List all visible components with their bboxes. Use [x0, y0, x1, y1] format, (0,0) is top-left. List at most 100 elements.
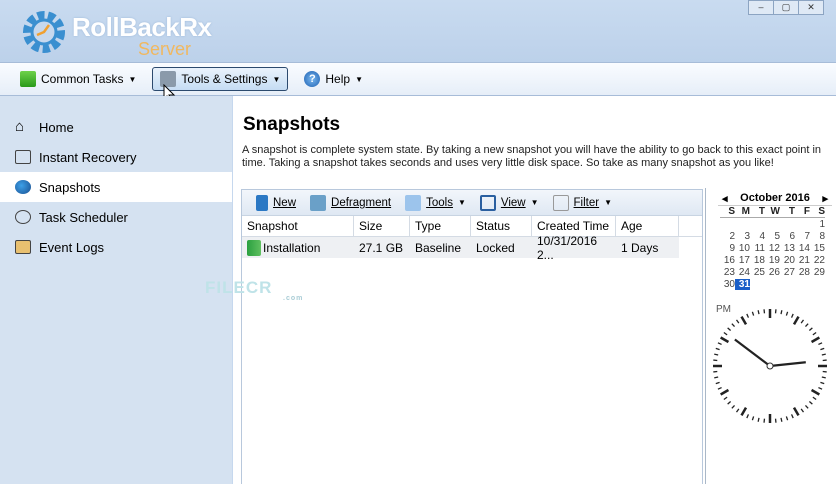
calendar-day[interactable]: 7 [795, 231, 810, 242]
calendar-day[interactable]: 23 [720, 267, 735, 278]
calendar-day[interactable]: 9 [720, 243, 735, 254]
calendar-day[interactable]: 5 [765, 231, 780, 242]
calendar-day[interactable]: 22 [810, 255, 825, 266]
defragment-icon [310, 194, 327, 211]
clock-tick [715, 381, 720, 385]
column-header-snapshot[interactable]: Snapshot [242, 215, 354, 237]
clock-tick [757, 310, 760, 315]
new-snapshot-icon [256, 194, 268, 211]
weekday-label: T [780, 206, 795, 218]
clock-tick [757, 417, 760, 422]
clock-tick [812, 331, 817, 336]
weekday-label: F [795, 206, 810, 218]
calendar-day[interactable]: 11 [750, 243, 765, 254]
tools-settings-label: Tools & Settings [181, 72, 268, 86]
weekday-label: M [735, 206, 750, 218]
calendar-day[interactable]: 1 [810, 219, 825, 230]
page-title: Snapshots [243, 114, 341, 135]
column-header-age[interactable]: Age [616, 215, 679, 237]
common-tasks-menu[interactable]: Common Tasks ▼ [12, 67, 144, 91]
calendar-day[interactable]: 29 [810, 267, 825, 278]
clock-tick [800, 408, 805, 413]
new-button[interactable]: New [252, 193, 300, 213]
calendar-day[interactable]: 26 [765, 267, 780, 278]
calendar-day[interactable]: 4 [750, 231, 765, 242]
prev-month-button[interactable]: ◂ [722, 192, 728, 205]
defragment-button[interactable]: Defragment [306, 193, 395, 213]
calendar-day[interactable]: 20 [780, 255, 795, 266]
column-header-type[interactable]: Type [410, 215, 471, 237]
sidebar-item-home[interactable]: ⌂ Home [0, 112, 232, 142]
calendar-day[interactable]: 17 [735, 255, 750, 266]
clock-tick [808, 327, 813, 332]
calendar-day[interactable]: 2 [720, 231, 735, 242]
calendar-day[interactable]: 6 [780, 231, 795, 242]
calendar-day[interactable]: 28 [795, 267, 810, 278]
calendar-day[interactable]: 24 [735, 267, 750, 278]
table-row[interactable]: Installation 27.1 GB Baseline Locked 10/… [242, 234, 679, 262]
clock-tick [751, 416, 755, 421]
clock-tick [731, 404, 736, 409]
sidebar-item-event-logs[interactable]: Event Logs [0, 232, 232, 262]
calendar-month: October 2016 [740, 192, 810, 204]
snapshot-name: Installation [263, 240, 321, 255]
calendar-day[interactable]: 15 [810, 243, 825, 254]
calendar-day[interactable]: 12 [765, 243, 780, 254]
scheduler-icon [15, 210, 31, 224]
help-menu[interactable]: ? Help ▼ [296, 67, 371, 91]
clock-tick [731, 323, 736, 328]
tools-icon [405, 194, 422, 211]
analog-clock: PM [713, 304, 827, 423]
calendar-day[interactable]: 30 [720, 279, 735, 290]
clock-tick [820, 347, 825, 351]
column-header-status[interactable]: Status [471, 215, 532, 237]
calendar-day[interactable]: 27 [780, 267, 795, 278]
calendar-day[interactable]: 18 [750, 255, 765, 266]
hour-hand [734, 338, 771, 367]
clock-tick [746, 414, 750, 419]
sidebar-item-label: Event Logs [39, 239, 105, 255]
download-arrow-icon [20, 71, 36, 87]
calendar-blank [795, 219, 810, 230]
minimize-button[interactable]: – [748, 0, 774, 15]
tools-button[interactable]: Tools ▼ [401, 193, 470, 213]
column-header-size[interactable]: Size [354, 215, 410, 237]
calendar-day[interactable]: 31 [735, 279, 750, 290]
next-month-button[interactable]: ▸ [822, 192, 828, 205]
clock-tick [785, 416, 789, 421]
weekday-label: S [810, 206, 825, 218]
calendar-day[interactable]: 25 [750, 267, 765, 278]
watermark-text: FILECR [205, 278, 273, 297]
sidebar-item-task-scheduler[interactable]: Task Scheduler [0, 202, 232, 232]
clock-tick [735, 408, 740, 413]
calendar-day[interactable]: 19 [765, 255, 780, 266]
sidebar-item-label: Task Scheduler [39, 209, 128, 225]
clock-tick [780, 310, 783, 315]
calendar-day[interactable]: 8 [810, 231, 825, 242]
weekday-label: W [765, 206, 780, 218]
calendar-day[interactable]: 3 [735, 231, 750, 242]
caret-down-icon: ▼ [530, 198, 539, 207]
view-button[interactable]: View ▼ [476, 193, 543, 213]
calendar-day[interactable]: 21 [795, 255, 810, 266]
clock-tick [792, 316, 800, 326]
maximize-button[interactable]: ▢ [773, 0, 799, 15]
close-button[interactable]: ✕ [798, 0, 824, 15]
calendar-panel: ◂ October 2016 ▸ S M T W T F S 1 2 3 4 5 6 7 8 9 10 11 12 1… [705, 188, 836, 484]
clock-tick [804, 323, 809, 328]
gear-clock-icon [23, 11, 65, 53]
sidebar-item-snapshots[interactable]: Snapshots [0, 172, 232, 202]
filter-button[interactable]: Filter ▼ [549, 193, 616, 213]
calendar-grid: S M T W T F S 1 2 3 4 5 6 7 8 9 10 11 12 13 14 15 16 17 18 19 20 21… [720, 206, 836, 290]
calendar-day[interactable]: 14 [795, 243, 810, 254]
clock-tick [714, 376, 719, 379]
cell-type: Baseline [415, 240, 462, 255]
snapshot-icon [15, 180, 31, 194]
calendar-day[interactable]: 10 [735, 243, 750, 254]
cell-status: Locked [476, 240, 515, 255]
calendar-day[interactable]: 16 [720, 255, 735, 266]
calendar-blank [720, 219, 735, 230]
calendar-blank [750, 219, 765, 230]
calendar-day[interactable]: 13 [780, 243, 795, 254]
sidebar-item-instant-recovery[interactable]: Instant Recovery [0, 142, 232, 172]
